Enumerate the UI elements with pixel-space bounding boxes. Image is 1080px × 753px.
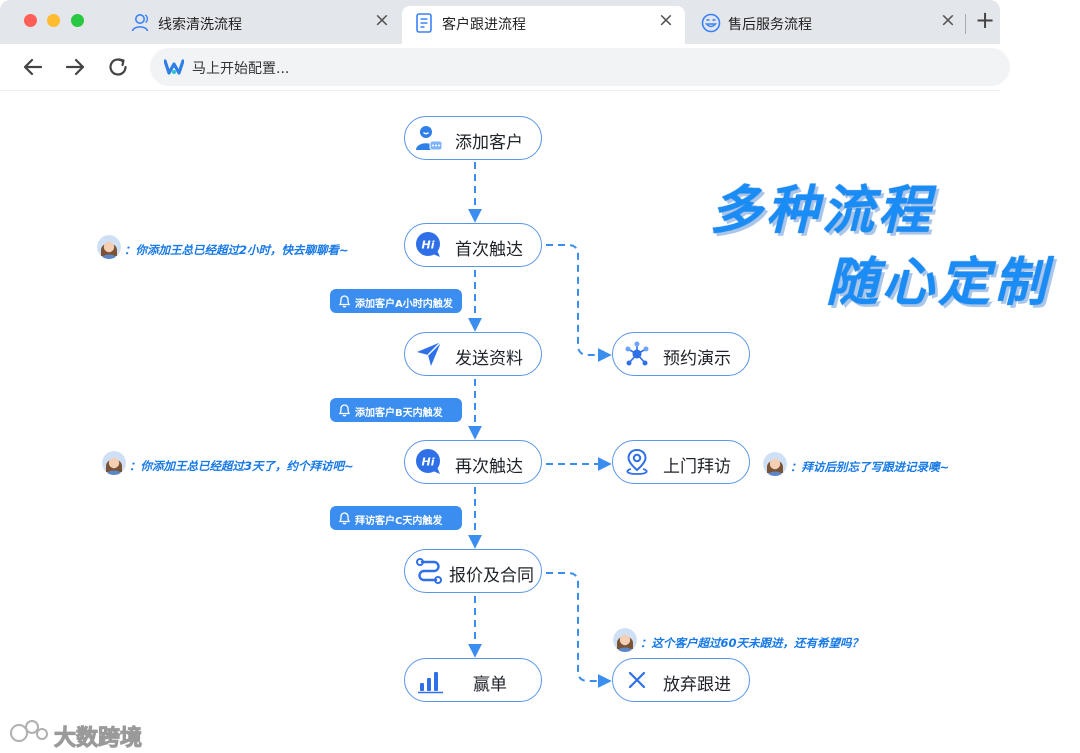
reminder-comment: ：这个客户超过60天未跟进，还有希望吗？ [640,636,864,650]
watermark-text: 大数跨境 [53,726,143,752]
paper-plane-icon [417,341,442,366]
slogan-line-1: 多种流程 [710,181,935,241]
reminder-comment: ：你添加王总已经超过2小时，快去聊聊看~ [124,243,349,257]
node-second-touch[interactable]: Hi 再次触达 [404,440,542,484]
avatar-icon [763,452,787,476]
node-label: 赢单 [473,675,507,695]
reminder-comment: ：拜访后别忘了写跟进记录噢~ [790,460,950,474]
node-label: 再次触达 [455,457,523,477]
slogan-line-2: 随心定制 [826,253,1051,313]
avatar-icon [97,235,121,259]
node-label: 报价及合同 [449,566,534,586]
trigger-label: 添加客户A小时内触发 [355,299,453,310]
trigger-badge: 拜访客户C天内触发 [330,506,462,530]
bell-icon [338,512,351,525]
location-pin-icon [626,448,648,475]
node-label: 添加客户 [455,133,523,153]
watermark-logo-icon [10,720,48,742]
node-quote-contract[interactable]: 报价及合同 [404,549,542,593]
node-label: 预约演示 [663,349,731,369]
node-send-material[interactable]: 发送资料 [404,332,542,376]
customer-chat-icon [416,126,443,151]
node-label: 上门拜访 [663,457,731,477]
trigger-badge: 添加客户B天内触发 [330,398,462,422]
node-home-visit[interactable]: 上门拜访 [612,440,750,484]
node-add-customer[interactable]: 添加客户 [404,116,542,160]
node-label: 发送资料 [455,349,523,369]
reminder-comment: ：你添加王总已经超过3天了，约个拜访吧~ [129,459,354,473]
bell-icon [338,295,351,308]
bar-chart-icon [418,672,443,694]
trigger-badge: 添加客户A小时内触发 [330,289,462,313]
hi-chat-icon: Hi [416,232,440,257]
avatar-icon [613,628,637,652]
trigger-label: 添加客户B天内触发 [355,408,443,419]
svg-text:Hi: Hi [422,239,435,252]
node-won[interactable]: 赢单 [404,658,542,702]
bell-icon [338,404,351,417]
node-abandon[interactable]: 放弃跟进 [612,658,750,702]
route-icon [416,558,442,584]
trigger-label: 拜访客户C天内触发 [355,516,443,527]
node-book-demo[interactable]: 预约演示 [612,332,750,376]
svg-text:Hi: Hi [422,456,435,469]
node-first-touch[interactable]: Hi 首次触达 [404,223,542,267]
flow-connectors [468,162,612,688]
connector-first-to-demo [546,244,612,362]
node-label: 首次触达 [455,240,523,260]
network-nodes-icon [625,341,649,366]
avatar-icon [102,451,126,475]
connector-quote-to-abandon [546,572,612,688]
close-x-icon [628,671,646,689]
node-label: 放弃跟进 [663,675,731,695]
hi-chat-icon: Hi [416,449,440,474]
